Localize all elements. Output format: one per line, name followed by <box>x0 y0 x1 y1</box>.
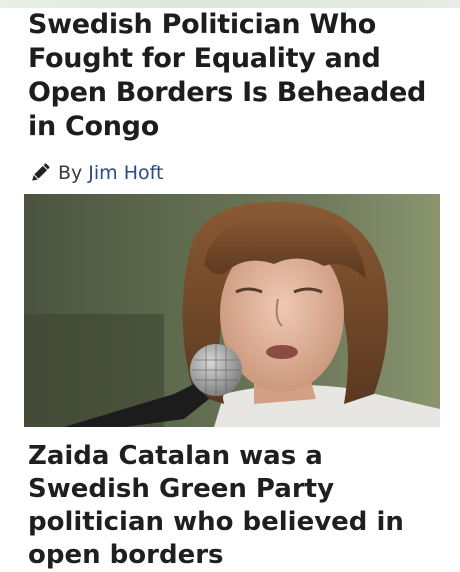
photo-caption: Zaida Catalan was a Swedish Green Party … <box>28 441 404 570</box>
author-link[interactable]: Jim Hoft <box>88 162 163 184</box>
article-photo[interactable] <box>24 194 440 427</box>
photo-illustration <box>24 194 440 427</box>
byline-prefix: By <box>58 162 83 184</box>
top-edge-strip <box>0 0 460 8</box>
byline: By Jim Hoft <box>28 160 163 186</box>
article-headline: Swedish Politician Who Fought for Equali… <box>28 9 427 142</box>
pencil-icon <box>32 163 50 181</box>
